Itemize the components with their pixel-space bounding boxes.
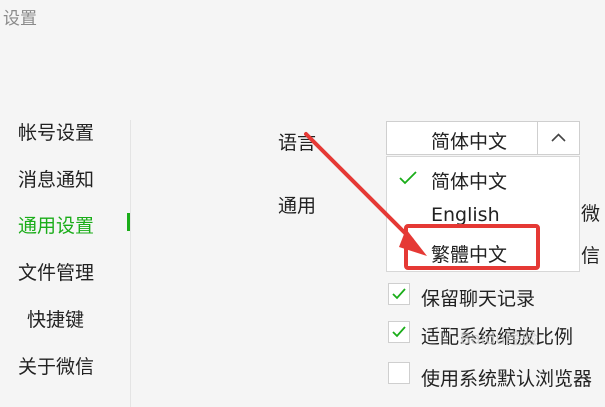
watermark: Baidu经验 (460, 329, 538, 348)
